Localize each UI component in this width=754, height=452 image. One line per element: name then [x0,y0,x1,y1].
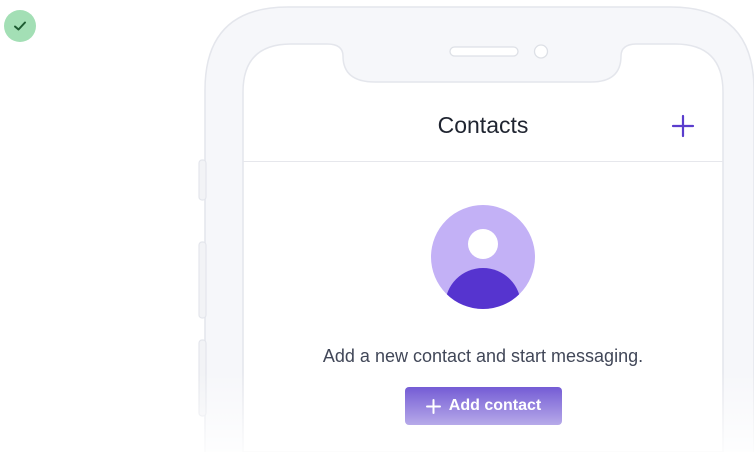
add-contact-plus-icon[interactable] [671,114,695,138]
contacts-screen: Contacts Add a new contact and start mes… [243,82,723,452]
plus-icon [425,398,441,414]
header-bar: Contacts [243,82,723,162]
empty-state-message: Add a new contact and start messaging. [322,346,644,366]
stage: Contacts Add a new contact and start mes… [0,0,754,452]
add-contact-button[interactable]: Add contact [405,387,562,425]
add-contact-button-label: Add contact [448,397,542,414]
page-title: Contacts [437,112,529,138]
person-placeholder-icon [431,205,535,309]
